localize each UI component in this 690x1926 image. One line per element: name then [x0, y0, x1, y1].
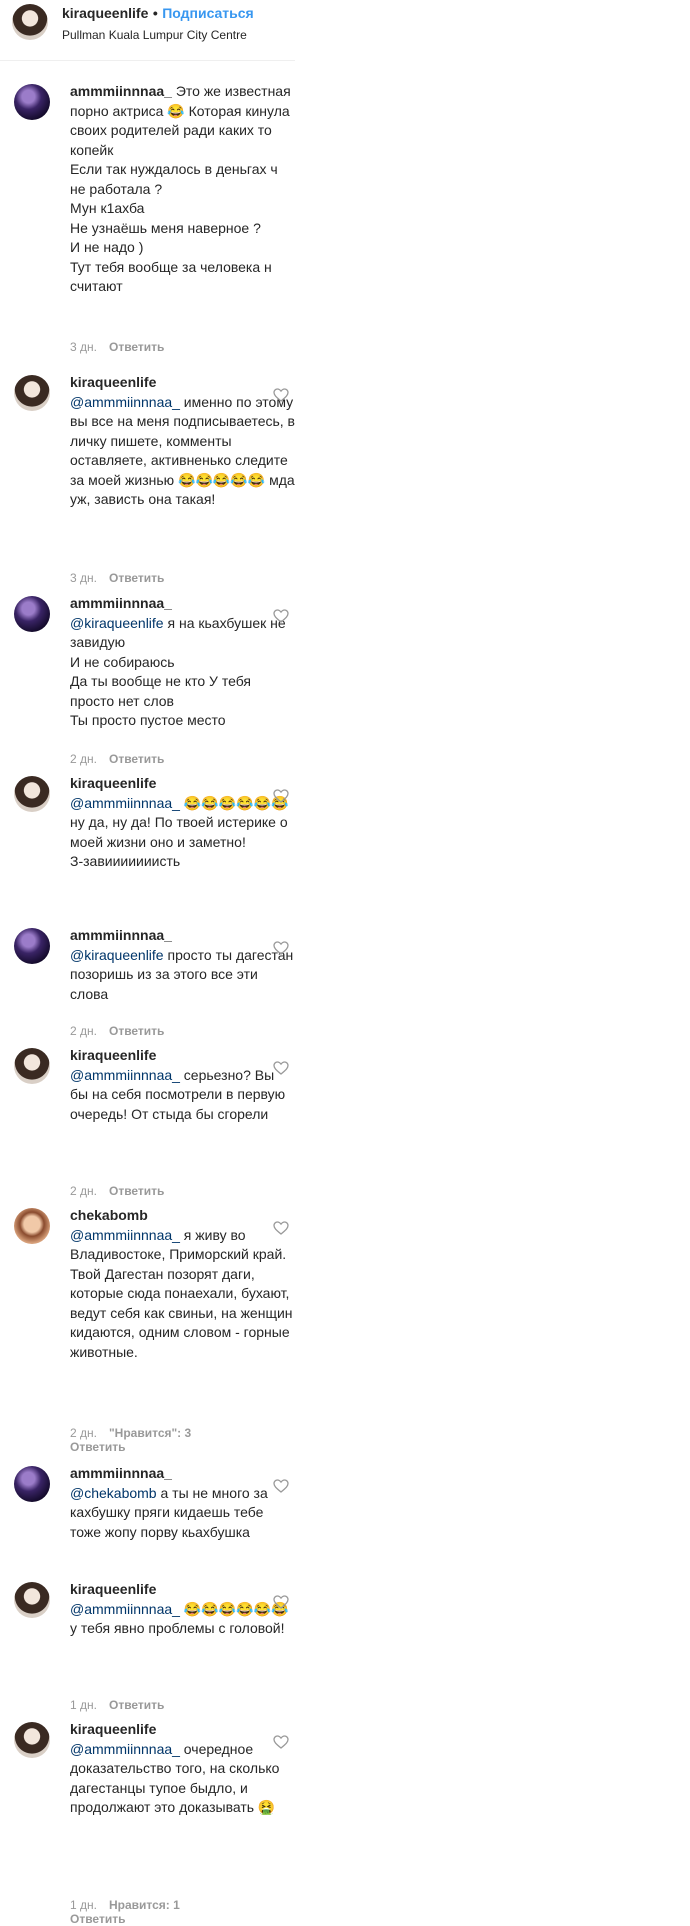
comment-mention[interactable]: @kiraqueenlife	[70, 615, 164, 631]
comment-username[interactable]: ammmiinnnaa_	[70, 1464, 295, 1484]
reply-button[interactable]: Ответить	[109, 1024, 164, 1038]
comment-meta: 1 дн. Нравится: 1	[70, 1898, 180, 1912]
reply-button[interactable]: Ответить	[109, 1184, 164, 1198]
likes-count[interactable]: "Нравится": 3	[109, 1426, 191, 1440]
comment-username[interactable]: kiraqueenlife	[70, 1720, 295, 1740]
comment-time[interactable]: 1 дн.	[70, 1698, 97, 1712]
comment-username[interactable]: ammmiinnnaa_	[70, 594, 295, 614]
post-header: kiraqueenlife • Подписаться Pullman Kual…	[0, 0, 295, 61]
comment-time[interactable]: 2 дн.	[70, 752, 97, 766]
comment-mention[interactable]: @kiraqueenlife	[70, 947, 164, 963]
header-username[interactable]: kiraqueenlife	[62, 5, 148, 21]
comment-text: Это же известная порно актриса 😂 Которая…	[70, 83, 291, 294]
comment-body: ammmiinnnaa_ Это же известная порно актр…	[70, 82, 295, 297]
reply-button[interactable]: Ответить	[70, 1912, 125, 1926]
like-heart-icon[interactable]	[273, 941, 289, 955]
like-heart-icon[interactable]	[273, 789, 289, 803]
avatar[interactable]	[14, 928, 50, 964]
reply-button[interactable]: Ответить	[109, 1698, 164, 1712]
avatar[interactable]	[14, 1582, 50, 1618]
comment-time[interactable]: 1 дн.	[70, 1898, 97, 1912]
comment-text: я живу во Владивостоке, Приморский край.…	[70, 1226, 293, 1360]
comment-time[interactable]: 3 дн.	[70, 340, 97, 354]
header-separator: •	[152, 5, 158, 21]
comment-mention[interactable]: @ammmiinnnaa_	[70, 795, 180, 811]
comment-body: kiraqueenlife @ammmiinnnaa_ серьезно? Вы …	[70, 1046, 295, 1124]
avatar[interactable]	[14, 1466, 50, 1502]
reply-button[interactable]: Ответить	[109, 752, 164, 766]
comment-time[interactable]: 2 дн.	[70, 1184, 97, 1198]
follow-button[interactable]: Подписаться	[162, 5, 254, 21]
comment-meta: 3 дн. Ответить	[70, 571, 164, 585]
comment-username[interactable]: ammmiinnnaa_	[70, 83, 172, 99]
avatar[interactable]	[14, 84, 50, 120]
comment-meta: 2 дн. "Нравится": 3	[70, 1426, 191, 1440]
location-link[interactable]: Pullman Kuala Lumpur City Centre	[62, 28, 247, 42]
like-heart-icon[interactable]	[273, 1221, 289, 1235]
comment-meta: 3 дн. Ответить	[70, 340, 164, 354]
comment-username[interactable]: kiraqueenlife	[70, 1580, 295, 1600]
like-heart-icon[interactable]	[273, 1735, 289, 1749]
like-heart-icon[interactable]	[273, 388, 289, 402]
avatar[interactable]	[14, 1048, 50, 1084]
comment-text: я на кьахбушек не завидую И не собираюсь…	[70, 614, 286, 729]
comment-meta: 2 дн. Ответить	[70, 1024, 164, 1038]
comment-time[interactable]: 2 дн.	[70, 1024, 97, 1038]
avatar[interactable]	[14, 375, 50, 411]
comment-meta: 2 дн. Ответить	[70, 752, 164, 766]
comment-mention[interactable]: @ammmiinnnaa_	[70, 1741, 180, 1757]
reply-button[interactable]: Ответить	[109, 571, 164, 585]
comment-mention[interactable]: @chekabomb	[70, 1485, 157, 1501]
comment-username[interactable]: ammmiinnnaa_	[70, 926, 295, 946]
avatar[interactable]	[14, 596, 50, 632]
comment-time[interactable]: 3 дн.	[70, 571, 97, 585]
avatar[interactable]	[14, 1208, 50, 1244]
comment-mention[interactable]: @ammmiinnnaa_	[70, 1601, 180, 1617]
comment-time[interactable]: 2 дн.	[70, 1426, 97, 1440]
comment-mention[interactable]: @ammmiinnnaa_	[70, 1227, 180, 1243]
comment-body: ammmiinnnaa_ @kiraqueenlife просто ты даг…	[70, 926, 295, 1004]
likes-count[interactable]: Нравится: 1	[109, 1898, 180, 1912]
comment-body: kiraqueenlife @ammmiinnnaa_ очередное док…	[70, 1720, 295, 1818]
comment-username[interactable]: chekabomb	[70, 1206, 295, 1226]
header-title-row: kiraqueenlife • Подписаться	[62, 5, 254, 23]
comment-body: kiraqueenlife @ammmiinnnaa_ 😂😂😂😂😂😂 ну да,…	[70, 774, 295, 872]
comment-body: ammmiinnnaa_ @kiraqueenlife я на кьахбуше…	[70, 594, 295, 731]
comment-body: chekabomb @ammmiinnnaa_ я живу во Владиво…	[70, 1206, 295, 1362]
comment-body: kiraqueenlife @ammmiinnnaa_ именно по это…	[70, 373, 295, 510]
like-heart-icon[interactable]	[273, 1595, 289, 1609]
like-heart-icon[interactable]	[273, 609, 289, 623]
comment-username[interactable]: kiraqueenlife	[70, 373, 295, 393]
comment-meta: 1 дн. Ответить	[70, 1698, 164, 1712]
reply-button[interactable]: Ответить	[109, 340, 164, 354]
comment-username[interactable]: kiraqueenlife	[70, 1046, 295, 1066]
like-heart-icon[interactable]	[273, 1479, 289, 1493]
comments-panel: kiraqueenlife • Подписаться Pullman Kual…	[0, 0, 295, 1926]
comment-mention[interactable]: @ammmiinnnaa_	[70, 394, 180, 410]
comment-mention[interactable]: @ammmiinnnaa_	[70, 1067, 180, 1083]
avatar[interactable]	[12, 4, 48, 40]
reply-button[interactable]: Ответить	[70, 1440, 125, 1454]
avatar[interactable]	[14, 1722, 50, 1758]
comment-meta: 2 дн. Ответить	[70, 1184, 164, 1198]
comment-body: kiraqueenlife @ammmiinnnaa_ 😂😂😂😂😂😂 у тебя…	[70, 1580, 295, 1639]
comment-username[interactable]: kiraqueenlife	[70, 774, 295, 794]
like-heart-icon[interactable]	[273, 1061, 289, 1075]
comment-body: ammmiinnnaa_ @chekabomb а ты не много за …	[70, 1464, 295, 1542]
comment-text: именно по этому вы все на меня подписыва…	[70, 393, 295, 508]
avatar[interactable]	[14, 776, 50, 812]
